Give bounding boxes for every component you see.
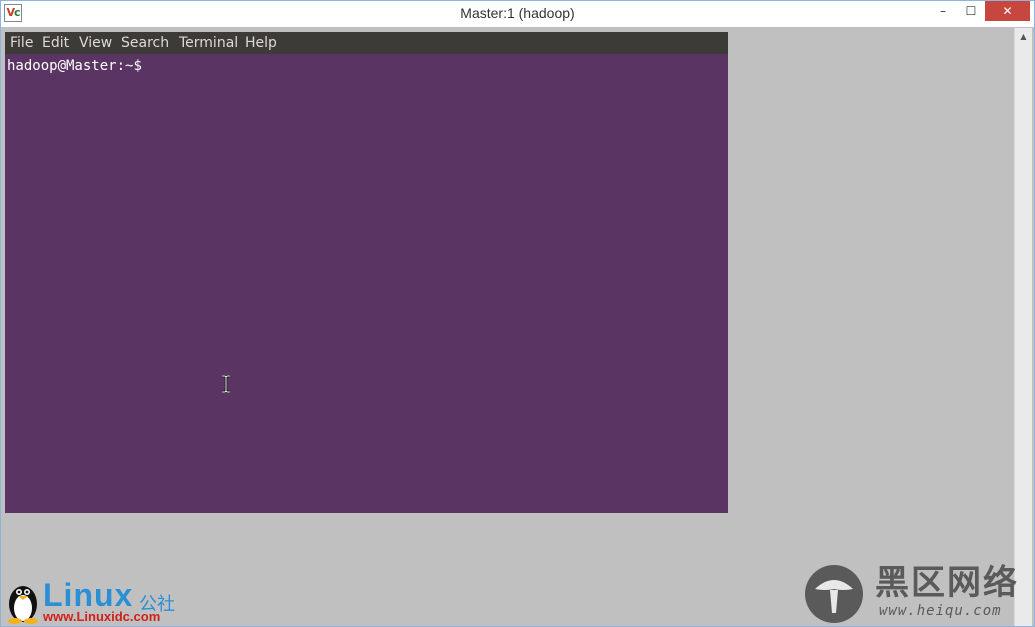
maximize-button[interactable]: ☐ <box>957 1 985 21</box>
text-cursor-icon <box>222 375 230 393</box>
heiqu-url-text: www.heiqu.com <box>879 603 1002 619</box>
close-button[interactable]: ✕ <box>985 1 1030 21</box>
linux-brand-text: Linux <box>43 577 134 613</box>
linux-url-text: www.Linuxidc.com <box>43 609 161 624</box>
prompt-separator: : <box>116 58 126 74</box>
terminal-menubar: File Edit View Search Terminal Help <box>5 32 728 54</box>
heiqu-name-text: 黑区网络 <box>875 563 1019 603</box>
menu-edit[interactable]: Edit <box>42 32 69 54</box>
menu-terminal[interactable]: Terminal <box>179 32 238 54</box>
window-title: Master:1 (hadoop) <box>460 5 575 21</box>
menu-help[interactable]: Help <box>245 32 277 54</box>
heiqu-mushroom-logo-icon <box>805 565 863 623</box>
shell-prompt: hadoop@Master:~$ <box>7 57 142 75</box>
menu-search[interactable]: Search <box>121 32 169 54</box>
heiqu-watermark: 黑区网络 www.heiqu.com <box>801 561 1031 625</box>
scroll-up-arrow-icon[interactable]: ▲ <box>1015 28 1032 46</box>
linux-watermark: Linux 公社 www.Linuxidc.com <box>5 578 185 626</box>
vertical-scrollbar[interactable]: ▲ <box>1014 28 1032 626</box>
title-bar[interactable]: Vc Master:1 (hadoop) – ☐ ✕ <box>1 1 1034 27</box>
terminal-body[interactable]: hadoop@Master:~$ <box>5 54 728 513</box>
minimize-button[interactable]: – <box>929 1 957 21</box>
prompt-symbol: $ <box>133 58 142 74</box>
menu-view[interactable]: View <box>79 32 112 54</box>
menu-file[interactable]: File <box>10 32 33 54</box>
tux-penguin-icon <box>8 586 38 624</box>
prompt-user-host: hadoop@Master <box>7 58 117 74</box>
vnc-viewer-window: Vc Master:1 (hadoop) – ☐ ✕ ▲ File Edit V… <box>0 0 1035 627</box>
terminal-window[interactable]: File Edit View Search Terminal Help hado… <box>5 32 728 513</box>
